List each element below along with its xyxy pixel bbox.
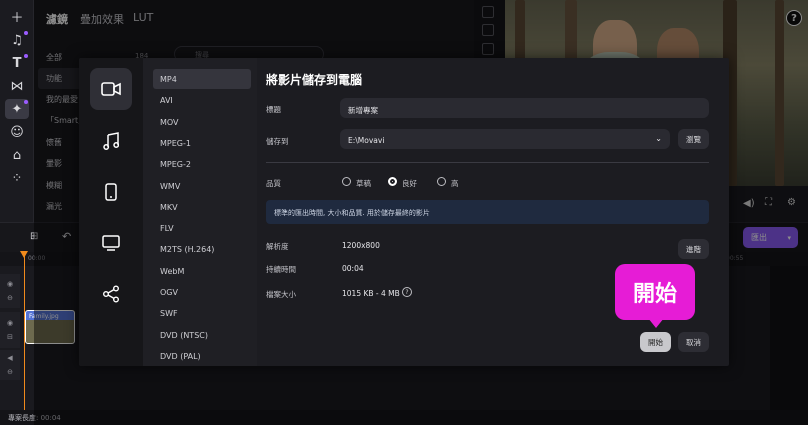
chevron-down-icon: ⌄	[655, 134, 662, 143]
title-label: 標題	[266, 105, 281, 114]
start-callout: 開始	[615, 264, 695, 320]
format-list: MP4 AVI MOV MPEG-1 MPEG-2 WMV MKV FLV M2TS (H.26…	[143, 58, 257, 366]
format-item[interactable]: OGV	[153, 282, 251, 302]
track-header: ◀ ⊖	[0, 350, 20, 380]
format-item[interactable]: MKV	[153, 197, 251, 217]
resolution-value: 1200x800	[342, 241, 380, 250]
resolution-label: 解析度	[266, 242, 289, 251]
add-media-icon[interactable]: ＋	[5, 6, 29, 26]
transitions-icon[interactable]: ⋈	[5, 76, 29, 96]
track-header: ◉ ⊟	[0, 312, 20, 348]
music-icon[interactable]: ♫	[5, 30, 29, 50]
format-item[interactable]: MOV	[153, 112, 251, 132]
format-item[interactable]: DVD (PAL)	[153, 346, 251, 366]
save-location-select[interactable]: E:\Movavi ⌄	[340, 129, 670, 149]
format-item[interactable]: DVD (NTSC)	[153, 325, 251, 345]
link-icon[interactable]: ⊖	[7, 294, 13, 302]
advanced-button[interactable]: 進階	[678, 239, 709, 259]
format-item[interactable]: WebM	[153, 261, 251, 281]
format-item[interactable]: MPEG-2	[153, 154, 251, 174]
export-target-sidebar	[79, 58, 143, 366]
save-to-label: 儲存到	[266, 137, 289, 146]
left-toolbar: ＋ ♫ T ⋈ ✦ ☺ ⌂ ⁘	[0, 0, 34, 222]
format-item[interactable]: MP4	[153, 69, 251, 89]
browse-button[interactable]: 瀏覽	[678, 129, 709, 149]
duration-label: 持續時間	[266, 265, 296, 274]
format-item[interactable]: AVI	[153, 90, 251, 110]
eye-icon[interactable]: ◉	[7, 280, 13, 288]
title-input[interactable]: 新增專案	[340, 98, 709, 118]
save-location-value: E:\Movavi	[348, 136, 385, 145]
format-item[interactable]: MPEG-1	[153, 133, 251, 153]
tv-monitor-icon[interactable]	[90, 222, 132, 264]
help-circle-icon[interactable]: ?	[402, 287, 412, 297]
playhead-marker[interactable]	[20, 251, 28, 258]
cancel-button[interactable]: 取消	[678, 332, 709, 352]
track-header: ◉ ⊖	[0, 274, 20, 308]
text-icon[interactable]: T	[5, 53, 29, 73]
more-tools-icon[interactable]: ⁘	[5, 168, 29, 188]
callout-pointer	[648, 318, 664, 328]
file-size-value: 1015 KB - 4 MB	[342, 289, 400, 298]
quality-good-radio[interactable]	[388, 177, 397, 186]
stickers-icon[interactable]: ☺	[5, 122, 29, 142]
filters-wand-icon[interactable]: ✦	[5, 99, 29, 119]
format-item[interactable]: WMV	[153, 176, 251, 196]
store-icon[interactable]: ⌂	[5, 145, 29, 165]
format-item[interactable]: SWF	[153, 303, 251, 323]
file-size-label: 檔案大小	[266, 290, 296, 299]
mobile-device-icon[interactable]	[90, 171, 132, 213]
start-button[interactable]: 開始	[640, 332, 671, 352]
format-item[interactable]: M2TS (H.264)	[153, 239, 251, 259]
share-icon[interactable]	[90, 273, 132, 315]
quality-high-radio[interactable]	[437, 177, 446, 186]
eye-icon[interactable]: ◉	[7, 319, 13, 327]
quality-info-banner: 標準的匯出時間, 大小和品質. 用於儲存最終的影片	[266, 200, 709, 224]
playhead[interactable]	[24, 252, 25, 412]
divider	[266, 162, 709, 163]
lock-icon[interactable]: ⊟	[7, 333, 13, 341]
quality-label: 品質	[266, 179, 281, 188]
music-note-icon[interactable]	[90, 120, 132, 162]
dialog-title: 將影片儲存到電腦	[266, 73, 363, 87]
video-camera-icon[interactable]	[90, 68, 132, 110]
speaker-icon[interactable]: ◀	[7, 354, 12, 362]
format-item[interactable]: FLV	[153, 218, 251, 238]
quality-draft-label[interactable]: 草稿	[356, 178, 371, 189]
quality-good-label[interactable]: 良好	[402, 178, 417, 189]
duration-value: 00:04	[342, 264, 364, 273]
link-icon[interactable]: ⊖	[7, 368, 13, 376]
quality-high-label[interactable]: 高	[451, 178, 459, 189]
quality-draft-radio[interactable]	[342, 177, 351, 186]
